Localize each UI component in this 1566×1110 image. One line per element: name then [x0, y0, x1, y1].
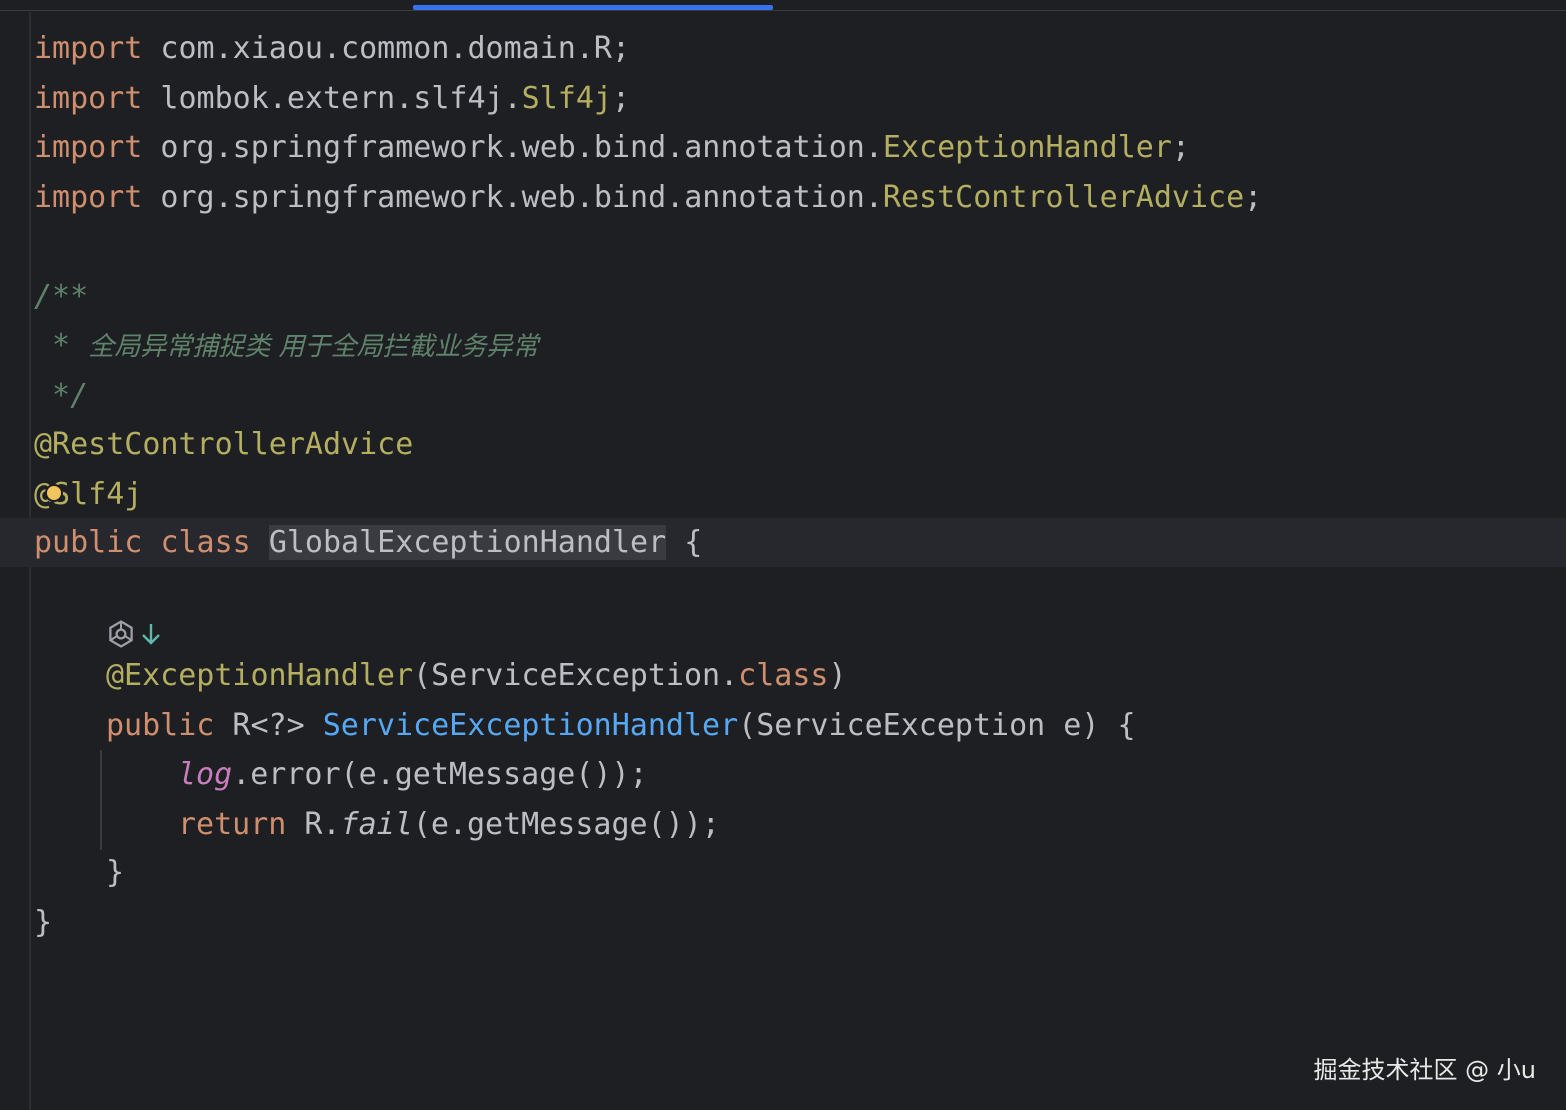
- annotation-restcontrolleradvice: @RestControllerAdvice: [34, 427, 414, 462]
- return-class: R.: [286, 807, 341, 842]
- code-line-method-decl[interactable]: public R<?> ServiceExceptionHandler(Serv…: [106, 701, 1136, 750]
- code-line-log[interactable]: log.error(e.getMessage());: [178, 750, 648, 799]
- code-line-return[interactable]: return R.fail(e.getMessage());: [178, 800, 720, 849]
- code-line-class-decl[interactable]: public class GlobalExceptionHandler {: [34, 518, 702, 567]
- close-brace-class: }: [34, 905, 53, 940]
- keyword-return: return: [178, 807, 287, 842]
- keyword-public: public: [34, 525, 143, 560]
- keyword-public: public: [106, 708, 215, 743]
- code-line-exceptionhandler-annotation[interactable]: @ExceptionHandler(ServiceException.class…: [106, 651, 847, 700]
- open-brace: {: [666, 525, 703, 560]
- method-name: ServiceExceptionHandler: [322, 708, 739, 743]
- import-class: ExceptionHandler: [882, 130, 1172, 165]
- comment-text: 全局异常捕捉类 用于全局拦截业务异常: [88, 332, 539, 362]
- doc-comment-open[interactable]: /**: [34, 272, 88, 321]
- keyword-import: import: [34, 180, 143, 215]
- comment-open-text: /**: [34, 279, 89, 314]
- code-line-2[interactable]: import lombok.extern.slf4j.Slf4j;: [34, 74, 630, 123]
- active-tab-indicator[interactable]: [413, 5, 773, 10]
- return-args: (e.getMessage());: [412, 807, 720, 842]
- code-line-close-method[interactable]: }: [106, 848, 124, 897]
- editor-tab-bar: [0, 0, 1566, 11]
- close-paren: ): [828, 658, 847, 693]
- code-line-4[interactable]: import org.springframework.web.bind.anno…: [34, 173, 1262, 222]
- doc-comment-body[interactable]: * 全局异常捕捉类 用于全局拦截业务异常: [34, 321, 538, 370]
- gear-icon[interactable]: [106, 619, 136, 649]
- close-brace-method: }: [106, 855, 125, 890]
- import-path: com.xiaou.common.domain.R;: [142, 31, 631, 66]
- code-line-3[interactable]: import org.springframework.web.bind.anno…: [34, 123, 1190, 172]
- annotation-arg: (ServiceException.: [413, 658, 739, 693]
- watermark: 掘金技术社区 @ 小u: [1313, 1056, 1536, 1084]
- semicolon: ;: [611, 81, 631, 116]
- code-line-annotation-rest[interactable]: @RestControllerAdvice: [34, 420, 413, 469]
- class-name: GlobalExceptionHandler: [268, 525, 667, 560]
- annotation-exceptionhandler: @ExceptionHandler: [106, 658, 414, 693]
- semicolon: ;: [1244, 180, 1263, 215]
- keyword-class: class: [160, 525, 251, 560]
- code-line-close-class[interactable]: }: [34, 898, 52, 947]
- import-class: RestControllerAdvice: [882, 180, 1245, 215]
- keyword-import: import: [34, 31, 143, 66]
- method-params: (ServiceException e) {: [738, 708, 1136, 743]
- lightbulb-icon[interactable]: [47, 486, 61, 500]
- comment-star: *: [34, 328, 89, 363]
- import-class: Slf4j: [521, 81, 612, 116]
- comment-close-text: */: [34, 378, 89, 413]
- import-package: org.springframework.web.bind.annotation.: [142, 130, 883, 165]
- import-package: org.springframework.web.bind.annotation.: [142, 180, 883, 215]
- code-editor[interactable]: import com.xiaou.common.domain.R; import…: [0, 0, 1566, 1110]
- keyword-import: import: [34, 81, 143, 116]
- keyword-import: import: [34, 130, 143, 165]
- keyword-class: class: [738, 658, 829, 693]
- log-field: log: [178, 757, 233, 792]
- semicolon: ;: [1171, 130, 1190, 165]
- doc-comment-close[interactable]: */: [34, 371, 88, 420]
- inlay-hint[interactable]: [106, 618, 162, 650]
- static-method-fail: fail: [340, 807, 413, 842]
- indent-guide: [100, 750, 102, 850]
- log-call: .error(e.getMessage());: [232, 757, 648, 792]
- import-package: lombok.extern.slf4j.: [142, 81, 522, 116]
- return-type: R<?>: [214, 708, 323, 743]
- down-arrow-icon[interactable]: [140, 621, 162, 647]
- code-line-1[interactable]: import com.xiaou.common.domain.R;: [34, 24, 630, 73]
